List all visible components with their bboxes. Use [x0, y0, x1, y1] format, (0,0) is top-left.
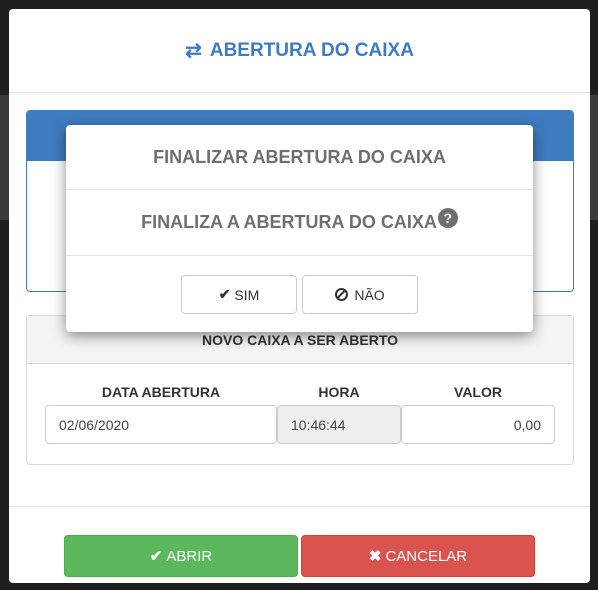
data-abertura-label: DATA ABERTURA — [101, 384, 221, 400]
cancelar-button[interactable]: ✖ CANCELAR — [301, 535, 535, 577]
confirm-message: FINALIZA A ABERTURA DO CAIXA — [141, 212, 437, 232]
confirm-title: FINALIZAR ABERTURA DO CAIXA — [66, 125, 533, 190]
modal-title: ABERTURA DO CAIXA — [209, 39, 414, 61]
confirm-dialog: FINALIZAR ABERTURA DO CAIXA FINALIZA A A… — [66, 125, 533, 332]
times-icon: ✖ — [368, 548, 382, 565]
nao-button[interactable]: NÃO — [302, 275, 418, 314]
hora-label: HORA — [318, 384, 360, 400]
data-abertura-field[interactable]: 02/06/2020 — [45, 405, 277, 444]
exchange-arrows-icon: ⇄ — [185, 40, 202, 62]
abrir-button[interactable]: ✔ ABRIR — [64, 535, 298, 577]
background-left-strip — [0, 95, 9, 220]
ban-icon — [335, 288, 349, 301]
nao-button-label: NÃO — [354, 286, 385, 303]
question-circle-icon: ? — [437, 207, 458, 228]
check-icon: ✔ — [218, 286, 231, 302]
sim-button-label: SIM — [234, 286, 260, 303]
confirm-message-row: FINALIZA A ABERTURA DO CAIXA ? — [66, 190, 533, 256]
valor-label: VALOR — [454, 384, 502, 400]
background-right-strip — [590, 95, 598, 220]
sim-button[interactable]: ✔ SIM — [181, 275, 297, 314]
cancelar-button-label: CANCELAR — [385, 547, 468, 565]
novo-caixa-panel: NOVO CAIXA A SER ABERTO DATA ABERTURA HO… — [26, 315, 574, 465]
valor-field[interactable]: 0,00 — [401, 405, 555, 444]
abrir-button-label: ABRIR — [166, 547, 213, 565]
check-icon: ✔ — [149, 548, 163, 565]
modal-header: ⇄ ABERTURA DO CAIXA — [9, 9, 590, 93]
modal-footer: ✔ ABRIR ✖ CANCELAR — [9, 506, 590, 583]
hora-field: 10:46:44 — [277, 405, 401, 444]
